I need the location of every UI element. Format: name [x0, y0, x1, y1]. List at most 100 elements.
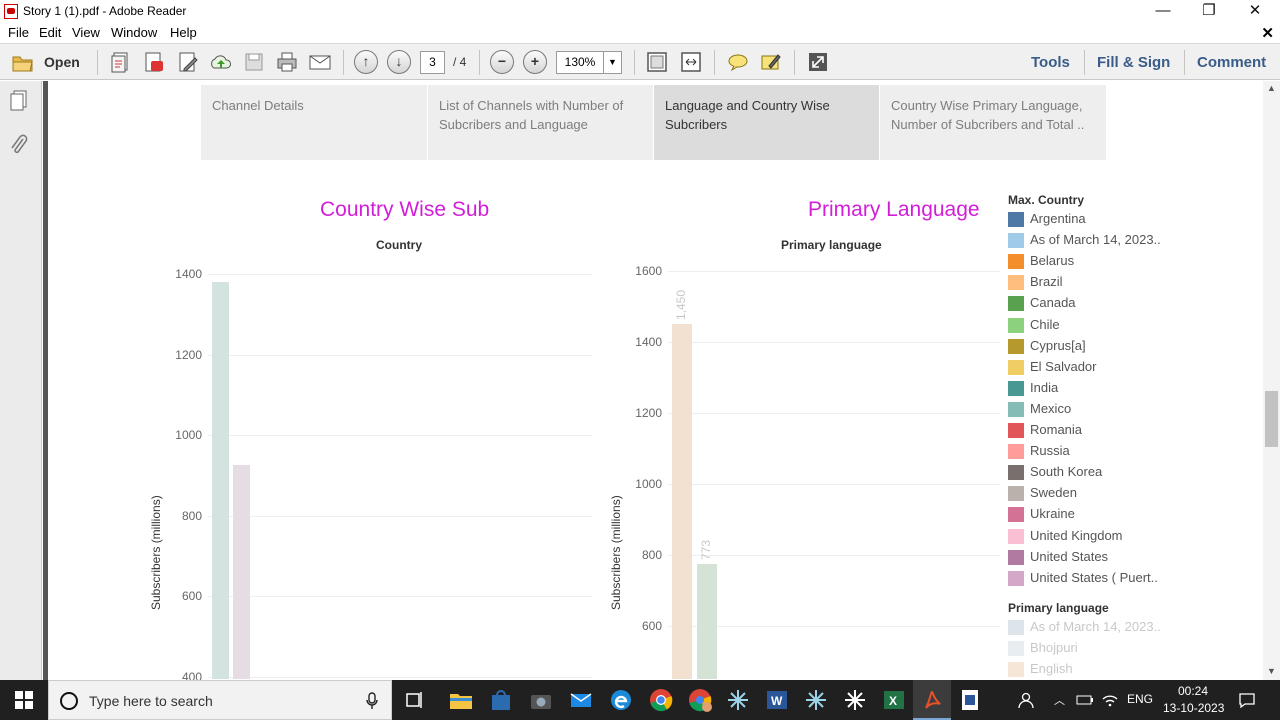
menu-edit[interactable]: Edit	[39, 25, 61, 40]
taskbar: Type here to search W X ︿ ENG 00:24 13-1…	[0, 680, 1280, 720]
legend-label: Ukraine	[1030, 506, 1075, 522]
page-number-input[interactable]: 3	[420, 51, 445, 74]
chrome-icon[interactable]	[647, 686, 675, 714]
legend-swatch	[1008, 212, 1024, 227]
comment-button[interactable]: Comment	[1197, 54, 1266, 71]
minimize-button[interactable]: —	[1140, 0, 1186, 23]
document-app-icon[interactable]	[956, 686, 984, 714]
menu-help[interactable]: Help	[170, 25, 197, 40]
sticky-note-icon[interactable]	[726, 50, 750, 74]
y-axis-label: Subscribers (millions)	[149, 495, 163, 610]
app-grid-icon-3[interactable]	[841, 686, 869, 714]
edge-browser-icon[interactable]	[607, 686, 635, 714]
close-button[interactable]: ✕	[1232, 0, 1278, 23]
highlight-icon[interactable]	[759, 50, 783, 74]
y-tick-label: 600	[641, 619, 662, 633]
print-icon[interactable]	[275, 50, 299, 74]
menu-window[interactable]: Window	[111, 25, 157, 40]
gridline	[668, 342, 1000, 343]
fill-sign-button[interactable]: Fill & Sign	[1097, 54, 1170, 71]
legend-label: Belarus	[1030, 253, 1075, 269]
legend-swatch	[1008, 465, 1024, 481]
store-icon[interactable]	[487, 686, 515, 714]
zoom-select[interactable]: 130%	[556, 51, 604, 74]
microphone-icon[interactable]	[365, 692, 379, 710]
attachment-icon[interactable]	[7, 133, 31, 157]
bar[interactable]	[212, 282, 229, 679]
camera-icon[interactable]	[527, 686, 555, 714]
menu-view[interactable]: View	[72, 25, 100, 40]
mail-icon[interactable]	[567, 686, 595, 714]
clock-date[interactable]: 13-10-2023	[1163, 701, 1224, 715]
y-tick-label: 800	[181, 509, 202, 523]
zoom-in-button[interactable]: +	[523, 50, 547, 74]
scroll-up-icon[interactable]: ▲	[1267, 83, 1276, 93]
toolbar-separator	[343, 50, 344, 75]
y-tick-label: 1600	[635, 264, 662, 278]
story-tab-country-language[interactable]: Country Wise Primary Language, Number of…	[880, 85, 1106, 160]
email-icon[interactable]	[308, 50, 332, 74]
taskbar-search[interactable]: Type here to search	[48, 680, 392, 720]
story-tab-language-country[interactable]: Language and Country Wise Subcribers	[654, 85, 879, 160]
open-button[interactable]: Open	[8, 50, 82, 75]
edit-pdf-icon[interactable]	[176, 50, 200, 74]
battery-icon[interactable]	[1076, 694, 1094, 706]
close-document-icon[interactable]: ✕	[1261, 24, 1274, 42]
menu-file[interactable]: File	[8, 25, 29, 40]
gridline	[208, 274, 592, 275]
next-page-button[interactable]: ↓	[387, 50, 411, 74]
file-explorer-icon[interactable]	[447, 686, 475, 714]
save-icon[interactable]	[242, 50, 266, 74]
people-icon[interactable]	[1016, 691, 1034, 709]
legend-label: South Korea	[1030, 464, 1103, 480]
app-grid-icon-2[interactable]	[802, 686, 830, 714]
export-pdf-icon[interactable]	[142, 50, 166, 74]
task-view-icon[interactable]	[401, 686, 429, 714]
notifications-icon[interactable]	[1238, 691, 1256, 709]
word-icon[interactable]: W	[763, 686, 791, 714]
upload-cloud-icon[interactable]	[209, 50, 233, 74]
legend-swatch	[1008, 359, 1024, 375]
language-indicator[interactable]: ENG	[1127, 692, 1153, 706]
story-tab-channel-list[interactable]: List of Channels with Number of Subcribe…	[428, 85, 653, 160]
chrome-profile-icon[interactable]	[686, 686, 714, 714]
toolbar-separator	[97, 50, 98, 75]
gridline	[208, 596, 592, 597]
legend-label: United States ( Puert..	[1030, 569, 1158, 585]
bar[interactable]	[233, 465, 250, 679]
legend-label: Bhojpuri	[1030, 640, 1078, 656]
app-grid-icon[interactable]	[724, 686, 752, 714]
story-tab-channel-details[interactable]: Channel Details	[201, 85, 427, 160]
legend-label: United Kingdom	[1030, 527, 1123, 543]
vertical-scrollbar[interactable]: ▲ ▼	[1263, 81, 1280, 680]
bar-data-label: 773	[699, 539, 713, 560]
legend-swatch	[1008, 401, 1024, 417]
search-icon	[60, 692, 78, 710]
previous-page-button[interactable]: ↑	[354, 50, 378, 74]
bar[interactable]	[672, 324, 692, 679]
gridline	[668, 413, 1000, 414]
adobe-reader-taskbar-icon[interactable]	[918, 686, 946, 714]
create-pdf-icon[interactable]	[109, 50, 133, 74]
legend-swatch	[1008, 444, 1024, 460]
legend-title-language: Primary language	[1008, 601, 1109, 615]
fit-width-icon[interactable]	[679, 50, 703, 74]
tools-button[interactable]: Tools	[1031, 54, 1070, 71]
fit-page-icon[interactable]	[645, 50, 669, 74]
show-hidden-icons[interactable]: ︿	[1054, 692, 1065, 708]
bar[interactable]	[697, 564, 717, 679]
excel-icon[interactable]: X	[880, 686, 908, 714]
legend-label: United States	[1030, 548, 1109, 564]
y-tick-label: 1200	[175, 348, 202, 362]
zoom-out-button[interactable]: −	[490, 50, 514, 74]
expand-icon[interactable]	[806, 50, 830, 74]
start-button[interactable]	[0, 680, 48, 720]
legend-label: Chile	[1030, 316, 1060, 332]
clock-time[interactable]: 00:24	[1178, 684, 1208, 698]
pages-thumbnail-icon[interactable]	[7, 89, 31, 113]
zoom-dropdown-icon[interactable]: ▼	[603, 51, 622, 74]
wifi-icon[interactable]	[1101, 692, 1119, 708]
scroll-down-icon[interactable]: ▼	[1267, 666, 1276, 676]
scrollbar-thumb[interactable]	[1265, 391, 1278, 447]
restore-button[interactable]: ❐	[1186, 0, 1232, 23]
